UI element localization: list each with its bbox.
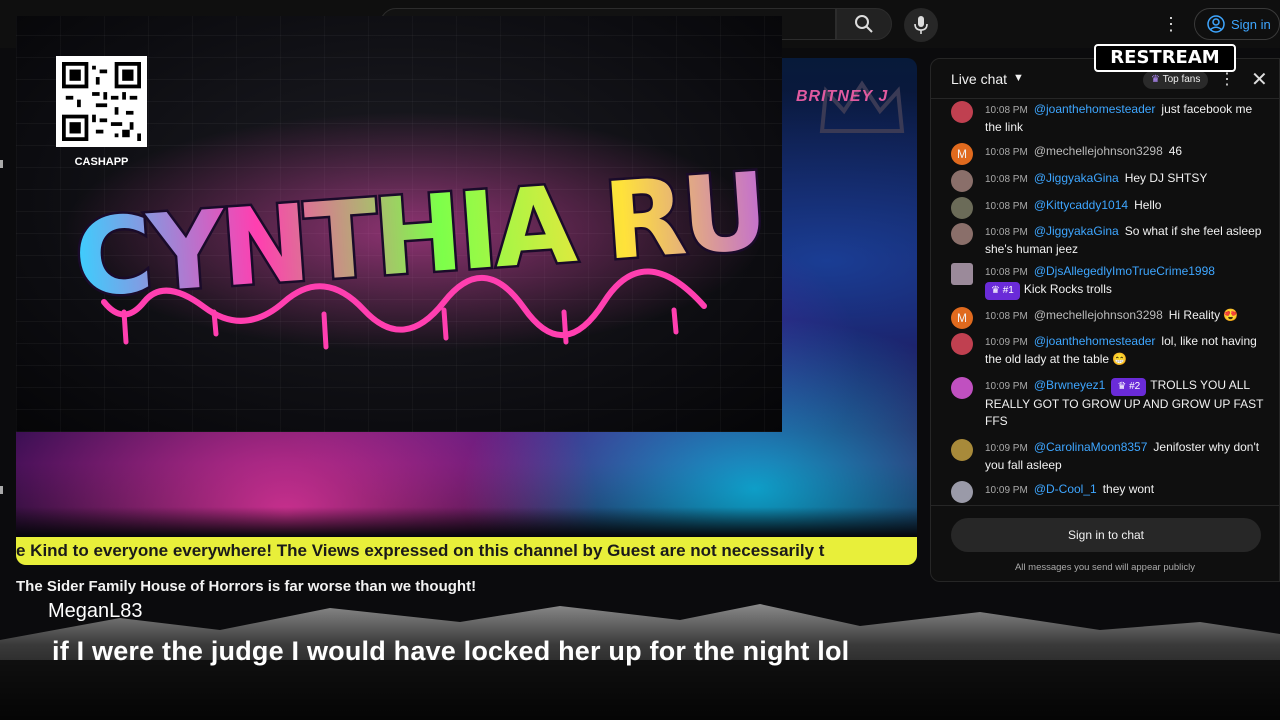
- chat-message: 10:08 PM @DjsAllegedlyImoTrueCrime1998 ♛ #…: [951, 263, 1271, 300]
- message-time: 10:09 PM: [985, 337, 1028, 348]
- message-author[interactable]: @mechellejohnson3298: [1034, 144, 1163, 158]
- avatar: [951, 101, 973, 123]
- news-ticker: e Kind to everyone everywhere! The Views…: [16, 537, 917, 565]
- more-options-icon[interactable]: ⋮: [1162, 12, 1180, 36]
- search-button[interactable]: [836, 8, 892, 40]
- avatar: [951, 197, 973, 219]
- message-time: 10:08 PM: [985, 105, 1028, 116]
- chat-public-note: All messages you send will appear public…: [1014, 562, 1196, 573]
- top-fan-badge: ♛ #1: [985, 282, 1020, 300]
- message-time: 10:08 PM: [985, 174, 1028, 185]
- message-author[interactable]: @D-Cool_1: [1034, 482, 1097, 496]
- avatar: M: [951, 143, 973, 165]
- sign-in-button[interactable]: Sign in: [1194, 8, 1280, 40]
- channel-watermark: BRITNEY J: [796, 88, 889, 105]
- chat-footer: Sign in to chat All messages you send wi…: [931, 505, 1279, 583]
- chat-message: M 10:08 PM @mechellejohnson3298 Hi Reality…: [951, 307, 1271, 329]
- avatar: [951, 333, 973, 355]
- chat-message: 10:08 PM @joanthehomesteader just facebook…: [951, 101, 1271, 136]
- chat-message: 10:08 PM @Kittycaddy1014 Hello: [951, 197, 1271, 219]
- message-text: Hey DJ SHTSY: [1124, 171, 1208, 185]
- chat-message: 10:09 PM @joanthehomesteader lol, like not…: [951, 333, 1271, 368]
- message-text: 46: [1168, 144, 1183, 158]
- chat-message: 10:08 PM @JiggyakaGina Hey DJ SHTSY: [951, 170, 1271, 192]
- close-icon[interactable]: ✕: [1251, 67, 1268, 92]
- message-author[interactable]: @Brwneyez1: [1034, 378, 1106, 392]
- chat-message: 10:09 PM @CarolinaMoon8357 Jenifoster why …: [951, 439, 1271, 474]
- chevron-down-icon[interactable]: ▼: [1013, 72, 1024, 84]
- message-time: 10:09 PM: [985, 485, 1028, 496]
- chat-message: 10:09 PM @D-Cool_1 they wont: [951, 481, 1271, 503]
- treeline: [16, 507, 917, 537]
- edge-marker: [0, 486, 3, 494]
- message-author[interactable]: @JiggyakaGina: [1034, 171, 1119, 185]
- crown-logo: [819, 80, 905, 133]
- message-time: 10:08 PM: [985, 267, 1028, 278]
- avatar: [951, 223, 973, 245]
- message-time: 10:08 PM: [985, 147, 1028, 158]
- chat-message: 10:09 PM @Brwneyez1 ♛ #2 TROLLS YOU ALL REA…: [951, 377, 1271, 430]
- message-text: Kick Rocks trolls: [1023, 282, 1112, 296]
- message-author[interactable]: @CarolinaMoon8357: [1034, 440, 1148, 454]
- message-author[interactable]: @mechellejohnson3298: [1034, 308, 1163, 322]
- message-time: 10:08 PM: [985, 311, 1028, 322]
- avatar: [951, 263, 973, 285]
- voice-search-button[interactable]: [904, 8, 938, 42]
- search-icon: [855, 15, 873, 33]
- qr-label: CASHAPP: [74, 156, 129, 168]
- video-title: The Sider Family House of Horrors is far…: [16, 578, 477, 595]
- graffiti-title: CYNTHIA RUSSO: [64, 112, 764, 352]
- cashapp-qr-code: [56, 56, 147, 147]
- message-author[interactable]: @joanthehomesteader: [1034, 102, 1156, 116]
- message-time: 10:08 PM: [985, 201, 1028, 212]
- message-author[interactable]: @Kittycaddy1014: [1034, 198, 1128, 212]
- restream-logo: RESTREAM: [1094, 44, 1236, 72]
- chat-message: 10:08 PM @JiggyakaGina So what if she feel…: [951, 223, 1271, 258]
- chat-message: M 10:08 PM @mechellejohnson3298 46: [951, 143, 1271, 165]
- message-time: 10:09 PM: [985, 381, 1028, 392]
- message-time: 10:08 PM: [985, 227, 1028, 238]
- edge-marker: [0, 160, 3, 168]
- message-time: 10:09 PM: [985, 443, 1028, 454]
- chat-more-icon[interactable]: ⋮: [1219, 69, 1235, 89]
- comment-author: MeganL83: [48, 600, 143, 622]
- message-text: Hello: [1134, 198, 1162, 212]
- avatar: [951, 481, 973, 503]
- crown-icon: ♛: [1151, 74, 1163, 85]
- sign-in-label: Sign in: [1231, 16, 1271, 32]
- user-circle-icon: [1207, 15, 1225, 33]
- message-author[interactable]: @DjsAllegedlyImoTrueCrime1998: [1034, 264, 1215, 278]
- message-author[interactable]: @JiggyakaGina: [1034, 224, 1119, 238]
- comment-text: if I were the judge I would have locked …: [52, 636, 850, 666]
- avatar: [951, 377, 973, 399]
- message-text: they wont: [1102, 482, 1155, 496]
- top-fan-badge: ♛ #2: [1111, 378, 1147, 396]
- top-fans-label: Top fans: [1162, 74, 1201, 85]
- chat-mode-selector[interactable]: Live chat: [951, 71, 1007, 87]
- top-fans-button[interactable]: ♛ Top fans: [1143, 71, 1209, 89]
- message-text: Hi Reality 😍: [1168, 308, 1239, 322]
- sign-in-to-chat-button[interactable]: Sign in to chat: [951, 518, 1261, 552]
- avatar: [951, 170, 973, 192]
- mic-icon: [914, 16, 928, 34]
- overlay-banner: CYNTHIA RUSSO CASHAPP: [16, 16, 782, 432]
- live-chat-panel: Live chat ▼ ♛ Top fans ⋮ ✕ 10:08 PM @joan…: [930, 58, 1280, 582]
- chat-message-list[interactable]: 10:08 PM @joanthehomesteader just facebook…: [931, 99, 1279, 503]
- message-author[interactable]: @joanthehomesteader: [1034, 334, 1156, 348]
- avatar: [951, 439, 973, 461]
- avatar: M: [951, 307, 973, 329]
